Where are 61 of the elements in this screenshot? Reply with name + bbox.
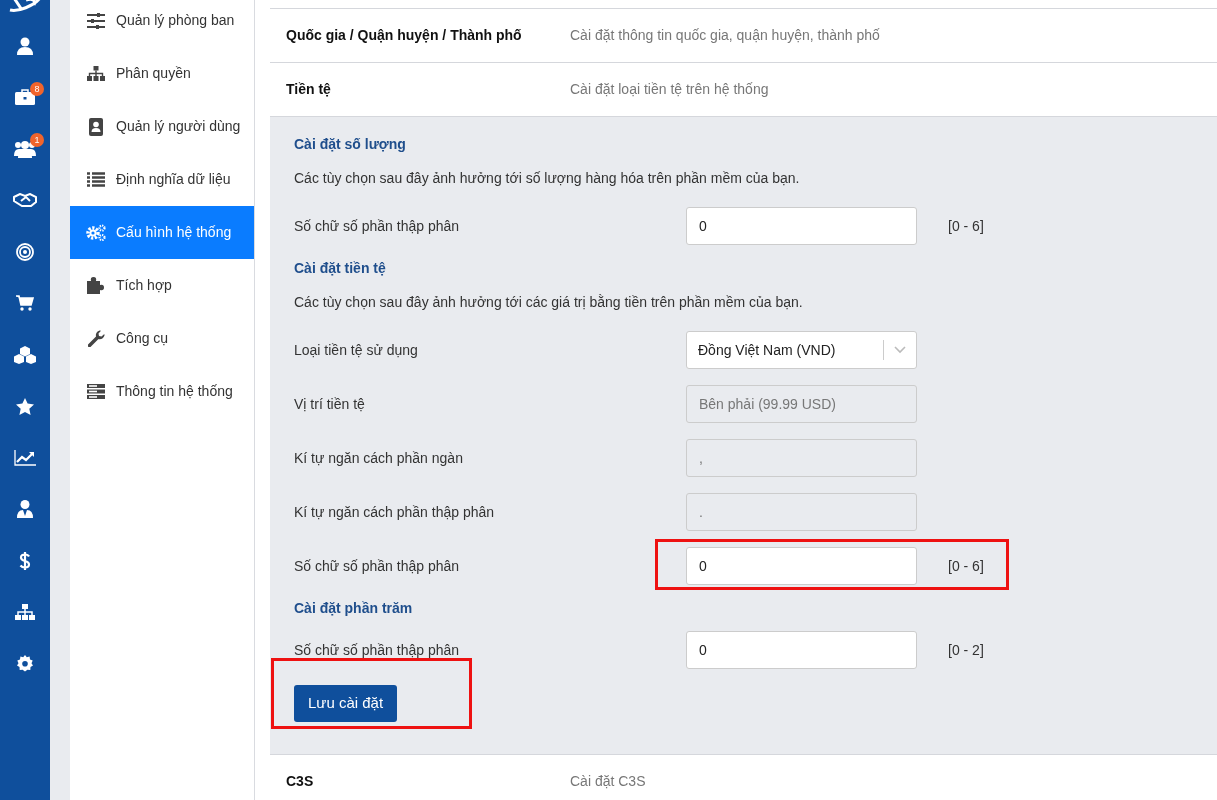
field-label: Loại tiền tệ sử dụng (294, 340, 419, 360)
field-label: Kí tự ngăn cách phần thập phân (294, 502, 496, 522)
row-title: C3S (285, 772, 315, 791)
number-input-field[interactable]: 0 (686, 631, 917, 669)
range-hint: [0 - 6] (948, 556, 984, 576)
currency-dropdown[interactable]: Đồng Việt Nam (VND) (686, 331, 917, 369)
range-hint: [0 - 6] (948, 216, 984, 236)
sitemap-icon (87, 66, 105, 81)
field-label: Số chữ số phần thập phân (294, 556, 461, 576)
users-icon[interactable] (14, 139, 36, 158)
input-field: . (686, 493, 917, 531)
businessman-icon[interactable] (17, 500, 33, 519)
number-input-field[interactable]: 0 (686, 547, 917, 585)
notification-badge: 1 (30, 133, 44, 147)
star-icon[interactable] (16, 397, 34, 415)
field-label: Số chữ số phần thập phân (294, 640, 461, 660)
contact-book-icon (88, 117, 104, 136)
wrench-icon (87, 330, 105, 347)
submenu-item[interactable]: Định nghĩa dữ liệu (70, 153, 254, 206)
settings-icon[interactable] (16, 654, 34, 673)
submenu-item[interactable]: Thông tin hệ thống (70, 365, 254, 418)
section-description: Các tùy chọn sau đây ảnh hưởng tới số lượng hàng hóa trên phần mềm của bạn. (294, 169, 801, 188)
row-description: Cài đặt loại tiền tệ trên hệ thống (570, 80, 769, 99)
row-title: Tiền tệ (285, 80, 332, 99)
sliders-icon (87, 12, 105, 29)
submenu-item[interactable]: Quản lý người dùng (70, 100, 254, 153)
submenu-item[interactable]: Quản lý phòng ban (70, 0, 254, 47)
notification-badge: 8 (30, 81, 44, 96)
sitemap-icon[interactable] (15, 604, 35, 621)
field-label: Kí tự ngăn cách phần ngàn (294, 448, 464, 468)
submenu-item[interactable]: Tích hợp (70, 259, 254, 312)
list-icon (87, 172, 105, 187)
line-chart-icon[interactable] (14, 449, 36, 466)
cart-icon[interactable] (16, 295, 34, 312)
input-field: Bên phải (99.99 USD) (686, 385, 917, 423)
save-button[interactable]: Lưu cài đặt (294, 685, 398, 722)
range-hint: [0 - 2] (948, 640, 984, 660)
section-description: Các tùy chọn sau đây ảnh hưởng tới các giá trị bằng tiền trên phần mềm của bạn. (294, 293, 804, 312)
field-label: Vị trí tiền tệ (294, 394, 366, 414)
dollar-icon[interactable] (19, 550, 31, 571)
number-input-field[interactable]: 0 (686, 207, 917, 245)
row-description: Cài đặt C3S (570, 772, 646, 791)
section-heading: Cài đặt tiền tệ (294, 259, 387, 278)
target-icon[interactable] (16, 242, 34, 261)
input-field: , (686, 439, 917, 477)
row-description: Cài đặt thông tin quốc gia, quận huyện, thành phố (570, 26, 880, 45)
section-heading: Cài đặt phần trăm (294, 599, 414, 618)
field-label: Số chữ số phần thập phân (294, 216, 461, 236)
server-icon (87, 384, 105, 399)
cubes-icon[interactable] (14, 345, 36, 364)
logo-icon[interactable] (8, 0, 42, 14)
chevron-down-icon (894, 346, 906, 354)
submenu-item[interactable]: Cấu hình hệ thống (70, 206, 254, 259)
row-title: Quốc gia / Quận huyện / Thành phố (285, 26, 523, 45)
user-icon[interactable] (17, 36, 33, 55)
briefcase-icon[interactable] (15, 89, 35, 106)
submenu-item[interactable]: Phân quyền (70, 47, 254, 100)
puzzle-icon (87, 277, 105, 294)
section-heading: Cài đặt số lượng (294, 135, 407, 154)
gears-icon (86, 224, 106, 241)
submenu-item[interactable]: Công cụ (70, 312, 254, 365)
